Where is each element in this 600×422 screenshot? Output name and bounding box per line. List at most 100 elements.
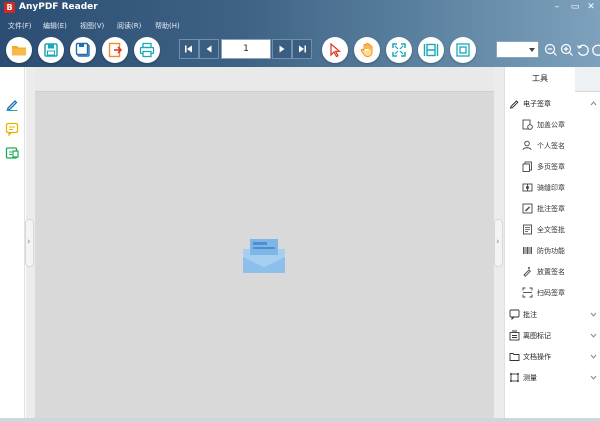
tool-item-full-text-annotation[interactable]: 全文签批 [505,222,600,238]
save-as-button[interactable] [70,37,96,63]
app-title: AnyPDF Reader [19,2,98,12]
full-screen-button[interactable] [450,37,476,63]
export-icon [108,42,123,58]
section-label: 测量 [523,374,537,382]
tool-label: 加盖公章 [537,121,565,129]
menu-help[interactable]: 帮助(H) [155,21,180,31]
tool-item-personal-signature[interactable]: 个人签名 [505,138,600,154]
document-top-ruler [35,67,494,92]
section-label: 离图标记 [523,332,551,340]
section-document-operations[interactable]: 文档操作 [505,349,600,365]
tool-label: 全文签批 [537,226,565,234]
tool-item-anti-counterfeit[interactable]: 防伪功能 [505,243,600,259]
zoom-select[interactable] [496,41,539,58]
rotate-right-icon [592,44,600,56]
zoom-in-icon [560,43,573,56]
minimize-button[interactable]: – [551,1,563,13]
tool-label: 多页签章 [537,163,565,171]
next-page-button[interactable] [272,39,292,59]
annotation-seal-icon [522,203,533,214]
official-seal-icon [522,119,533,130]
section-label: 文档操作 [523,353,551,361]
zoom-out-icon [544,43,557,56]
open-folder-icon [12,46,26,56]
tool-item-official-seal[interactable]: 加盖公章 [505,117,600,133]
fit-width-button[interactable] [418,37,444,63]
full-text-annotation-icon [523,224,532,235]
multi-page-icon [522,161,532,172]
previous-page-icon [206,45,212,53]
section-annotation[interactable]: 批注 [505,307,600,323]
stamp-button[interactable] [5,145,19,159]
app-logo: B [4,2,15,13]
tools-panel: 工具 电子签章 加盖公章 个人签名 多页签章 骑缝印章 批注签章 全文签批 防伪… [504,67,600,422]
fit-page-button[interactable] [386,37,412,63]
rotate-left-icon [576,44,589,56]
tool-label: 骑缝印章 [537,184,565,192]
comment-icon [5,122,19,137]
section-image-marks[interactable]: 离图标记 [505,328,600,344]
export-button[interactable] [102,37,128,63]
open-button[interactable] [6,37,32,63]
tool-item-cross-page-seal[interactable]: 骑缝印章 [505,180,600,196]
fit-width-icon [423,43,439,57]
collapse-left-panel-handle[interactable]: › [25,219,34,267]
first-page-button[interactable] [179,39,199,59]
tool-label: 防伪功能 [537,247,565,255]
zoom-out-button[interactable] [544,42,558,56]
section-label: 批注 [523,311,537,319]
comment-icon [509,309,520,320]
page-number-input[interactable]: 1 [221,39,271,59]
menu-file[interactable]: 文件(F) [8,21,32,31]
menu-edit[interactable]: 编辑(E) [43,21,67,31]
print-button[interactable] [134,37,160,63]
cross-page-seal-icon [522,183,533,192]
left-tool-strip [0,67,25,422]
sign-pen-icon [6,100,18,111]
last-page-button[interactable] [292,39,312,59]
maximize-button[interactable]: ▭ [569,1,581,13]
select-tool-button[interactable] [322,37,348,63]
chevron-right-icon: › [496,237,500,247]
close-button[interactable]: ✕ [585,1,597,13]
section-measure[interactable]: 测量 [505,370,600,386]
title-bar: B AnyPDF Reader – ▭ ✕ [0,0,600,16]
sign-pen-button[interactable] [5,96,19,111]
scan-code-icon [522,287,533,298]
hand-tool-icon [360,43,373,58]
rotate-right-button[interactable] [591,42,600,56]
print-icon [139,42,155,58]
tool-label: 扫码签章 [537,289,565,297]
empty-document-icon [243,239,285,273]
full-screen-icon [456,43,470,57]
menu-view[interactable]: 视图(V) [80,21,104,31]
tab-tools[interactable]: 工具 [505,67,575,92]
comment-button[interactable] [5,121,19,137]
collapse-right-panel-handle[interactable]: › [494,219,503,267]
menu-read[interactable]: 阅读(R) [117,21,141,31]
barcode-icon [523,247,532,254]
rotate-left-button[interactable] [576,42,590,56]
tool-label: 批注签章 [537,205,565,213]
tool-item-annotation-seal[interactable]: 批注签章 [505,201,600,217]
last-page-icon [299,45,306,53]
section-label: 电子签章 [523,100,551,108]
chevron-down-icon [590,312,597,317]
chevron-down-icon [590,354,597,359]
zoom-in-button[interactable] [560,42,574,56]
chevron-right-icon: › [27,237,31,247]
status-bar [0,418,600,422]
select-arrow-icon [330,42,342,58]
tool-item-place-signature[interactable]: 放置签名 [505,264,600,280]
chevron-down-icon [590,375,597,380]
tool-item-scan-seal[interactable]: 扫码签章 [505,285,600,301]
measure-icon [510,373,519,382]
hand-tool-button[interactable] [354,37,380,63]
previous-page-button[interactable] [199,39,219,59]
place-signature-icon [523,267,531,277]
tool-label: 个人签名 [537,142,565,150]
top-chrome: B AnyPDF Reader – ▭ ✕ 文件(F) 编辑(E) 视图(V) … [0,0,600,67]
section-e-signature[interactable]: 电子签章 [505,96,600,112]
save-button[interactable] [38,37,64,63]
tool-item-multi-page-seal[interactable]: 多页签章 [505,159,600,175]
